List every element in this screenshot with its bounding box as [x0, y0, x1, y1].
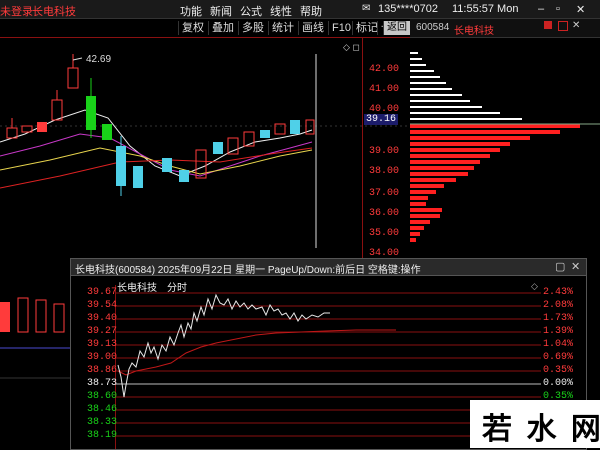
- axis-label: 36.00: [369, 208, 400, 219]
- price-label: 38.60: [87, 391, 118, 402]
- percent-label: 1.73%: [543, 313, 574, 324]
- account-phone[interactable]: 135****0702: [378, 3, 438, 15]
- quote-stock-code: 600584: [416, 22, 450, 33]
- menu-function[interactable]: 功能: [180, 3, 202, 19]
- ma60-line: [0, 147, 313, 189]
- quote-panel-header: 600584 长电科技 ✕: [410, 19, 600, 38]
- price-line: [117, 293, 330, 398]
- ref-percent-label: 0.00%: [543, 378, 574, 389]
- ma5-line: [0, 109, 313, 177]
- intraday-price-axis: 39.67 39.54 39.40 39.27 39.13 39.00 38.8…: [71, 285, 118, 449]
- restore-icon[interactable]: ▫: [556, 3, 560, 15]
- menu-line[interactable]: 线性: [270, 3, 292, 19]
- mail-icon[interactable]: ✉: [362, 3, 370, 14]
- kline-chart[interactable]: 42.69 ◇ ◻: [0, 38, 410, 258]
- minimize-icon[interactable]: –: [538, 3, 544, 15]
- popup-title-bar: 长电科技(600584) 2025年09月22日 星期一 PageUp/Down…: [71, 259, 586, 276]
- price-label: 38.33: [87, 417, 118, 428]
- percent-label: 2.08%: [543, 300, 574, 311]
- percent-label: 0.35%: [543, 365, 574, 376]
- price-axis: 42.00 41.00 40.00 39.00 38.00 37.00 36.0…: [362, 38, 411, 259]
- menu-help[interactable]: 帮助: [300, 3, 322, 19]
- price-label: 39.54: [87, 300, 118, 311]
- chart-settings-icon[interactable]: ◇ ◻: [343, 42, 360, 52]
- popup-close-icon[interactable]: ✕: [571, 260, 580, 273]
- toolbar-multistock-button[interactable]: 多股: [238, 21, 267, 35]
- window-stock-title: 长电科技: [32, 6, 76, 18]
- panel-icon-2[interactable]: [558, 21, 568, 31]
- price-label: 39.40: [87, 313, 118, 324]
- chip-upper: [410, 52, 522, 120]
- axis-label: 41.00: [369, 84, 400, 95]
- toolbar-overlay-button[interactable]: 叠加: [208, 21, 237, 35]
- candles: [6, 54, 317, 248]
- panel-close-icon[interactable]: ✕: [572, 20, 580, 31]
- ref-price-label: 38.73: [87, 378, 118, 389]
- price-label: 38.86: [87, 365, 118, 376]
- popup-title-text: 长电科技(600584) 2025年09月22日 星期一 PageUp/Down…: [75, 265, 421, 276]
- peak-price-label: 42.69: [86, 54, 111, 65]
- close-icon[interactable]: ✕: [576, 3, 585, 16]
- price-label: 39.67: [87, 287, 118, 298]
- percent-label: 1.04%: [543, 339, 574, 350]
- percent-label: 0.69%: [543, 352, 574, 363]
- price-label: 39.13: [87, 339, 118, 350]
- site-watermark: 若 水 网: [470, 400, 600, 448]
- price-label: 39.27: [87, 326, 118, 337]
- percent-label: 1.39%: [543, 326, 574, 337]
- login-status[interactable]: 未登录: [0, 3, 33, 19]
- chip-lower: [410, 124, 580, 242]
- toolbar-f10-button[interactable]: F10: [328, 21, 354, 35]
- axis-label: 38.00: [369, 166, 400, 177]
- axis-label: 37.00: [369, 188, 400, 199]
- watermark-text: 若 水 网: [482, 412, 600, 447]
- current-price-marker: 39.16: [364, 114, 399, 125]
- popup-minimize-icon[interactable]: ▢: [555, 260, 565, 273]
- toolbar-fuquan-button[interactable]: 复权: [178, 21, 207, 35]
- toolbar-draw-button[interactable]: 画线: [298, 21, 327, 35]
- toolbar-stats-button[interactable]: 统计: [268, 21, 297, 35]
- price-label: 38.19: [87, 430, 118, 441]
- axis-label: 35.00: [369, 228, 400, 239]
- clock-time: 11:55:57 Mon: [452, 3, 519, 15]
- panel-icon-1[interactable]: [544, 21, 552, 29]
- axis-label: 39.00: [369, 146, 400, 157]
- price-label: 38.46: [87, 404, 118, 415]
- menu-news[interactable]: 新闻: [210, 3, 232, 19]
- title-bar: 未登录 长电科技 功能 新闻 公式 线性 帮助 ✉ 135****0702 11…: [0, 0, 600, 19]
- percent-label: 2.43%: [543, 287, 574, 298]
- volume-chart: [0, 297, 70, 379]
- toolbar-back-button[interactable]: 返回: [383, 21, 410, 35]
- axis-label: 42.00: [369, 64, 400, 75]
- price-label: 39.00: [87, 352, 118, 363]
- chip-distribution: [410, 52, 600, 242]
- quote-stock-name: 长电科技: [454, 26, 494, 37]
- chart-toolbar: 复权 叠加 多股 统计 画线 F10 标记 +自选: [0, 19, 410, 38]
- menu-formula[interactable]: 公式: [240, 3, 262, 19]
